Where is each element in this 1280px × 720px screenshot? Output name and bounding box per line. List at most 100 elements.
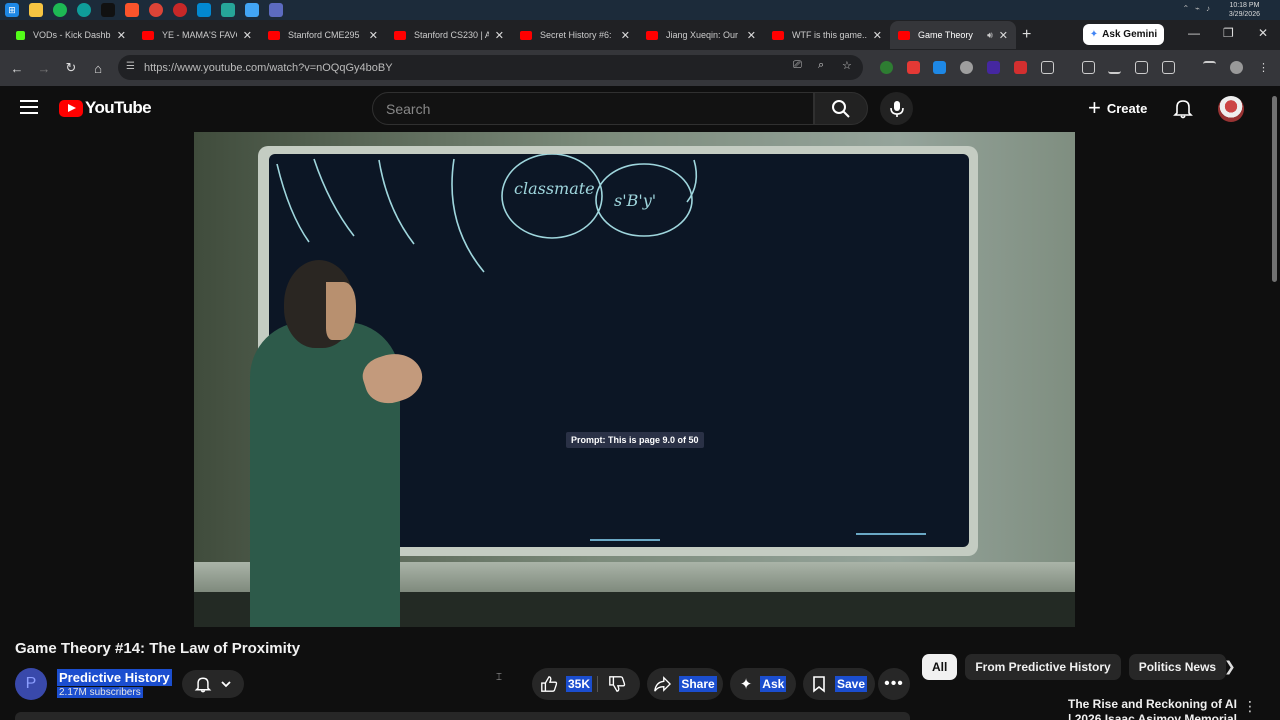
search-button[interactable] <box>814 92 868 125</box>
sparkle-icon: ✦ <box>1089 29 1099 40</box>
forward-arrow-icon[interactable]: → <box>31 61 57 76</box>
related-video-title[interactable]: The Rise and Reckoning of AI | 2026 Isaa… <box>1068 697 1238 720</box>
settings-icon[interactable] <box>1082 61 1095 74</box>
related-filter-chips: All From Predictive History Politics New… <box>922 654 1227 680</box>
video-frame-lecturer-face <box>326 282 356 340</box>
chevron-right-icon[interactable]: ❯ <box>1224 658 1236 675</box>
brave-icon[interactable] <box>125 3 139 17</box>
create-button[interactable]: + Create <box>1088 96 1147 120</box>
search-box[interactable] <box>372 92 814 125</box>
profile-icon[interactable] <box>1230 61 1243 74</box>
browser-tab[interactable]: Stanford CME295 ✕ <box>260 21 386 49</box>
browser-tab-active[interactable]: Game Theory 🔊︎ ✕ <box>890 21 1016 49</box>
minimize-icon[interactable]: — <box>1188 26 1200 40</box>
youtube-logo[interactable]: YouTube <box>59 98 152 118</box>
extension-icon[interactable] <box>1014 61 1027 74</box>
site-info-icon[interactable]: ☰ <box>126 61 135 72</box>
browser-tab[interactable]: Secret History #6: ✕ <box>512 21 638 49</box>
download-icon[interactable] <box>1108 61 1121 74</box>
zoom-icon[interactable]: ⌕ <box>818 59 824 72</box>
dislike-button[interactable] <box>608 675 626 698</box>
browser-tab-strip: VODs - Kick Dashb ✕ YE - MAMA'S FAVO ✕ Sta… <box>0 20 1280 50</box>
youtube-favicon-icon <box>898 30 910 40</box>
extension-icon[interactable] <box>933 61 946 74</box>
cast-icon[interactable]: ⎚ <box>793 59 802 72</box>
edge-icon[interactable] <box>77 3 91 17</box>
bookmark-star-icon[interactable]: ☆ <box>842 59 852 72</box>
speaker-icon[interactable]: 🔊︎ <box>987 30 993 41</box>
close-tab-icon[interactable]: ✕ <box>243 29 252 42</box>
close-tab-icon[interactable]: ✕ <box>747 29 756 42</box>
network-icon: ⌁ <box>1195 4 1200 13</box>
volume-icon[interactable]: ♪ <box>1206 4 1210 13</box>
app-icon-2[interactable] <box>245 3 259 17</box>
notifications-button[interactable] <box>1172 97 1194 119</box>
search-tab-icon[interactable] <box>1162 61 1175 74</box>
windows-start-icon[interactable]: ⊞ <box>5 3 19 17</box>
system-tray[interactable]: ⌃ ⌁ ♪ <box>1182 4 1210 13</box>
browser-tab[interactable]: Jiang Xueqin: Our ✕ <box>638 21 764 49</box>
app-icon-3[interactable] <box>269 3 283 17</box>
back-arrow-icon[interactable]: ← <box>4 61 30 76</box>
taskbar-clock[interactable]: 10:18 PM 3/29/2026 <box>1229 1 1260 19</box>
close-tab-icon[interactable]: ✕ <box>621 29 630 42</box>
chip-from-channel[interactable]: From Predictive History <box>965 654 1121 680</box>
close-tab-icon[interactable]: ✕ <box>999 29 1008 42</box>
description-box[interactable] <box>15 712 910 720</box>
close-tab-icon[interactable]: ✕ <box>117 29 126 42</box>
browser-tab[interactable]: YE - MAMA'S FAVO ✕ <box>134 21 260 49</box>
extension-icon[interactable] <box>880 61 893 74</box>
page-scrollbar[interactable] <box>1272 96 1277 282</box>
new-tab-icon[interactable]: + <box>1022 26 1031 44</box>
browser-tab[interactable]: VODs - Kick Dashb ✕ <box>8 21 134 49</box>
tiktok-icon[interactable] <box>101 3 115 17</box>
ask-gemini-button[interactable]: ✦ Ask Gemini <box>1083 24 1164 45</box>
voice-search-button[interactable] <box>880 92 913 125</box>
app-icon[interactable] <box>197 3 211 17</box>
close-tab-icon[interactable]: ✕ <box>873 29 882 42</box>
chip-all[interactable]: All <box>922 654 958 680</box>
more-vertical-icon[interactable]: ⋮ <box>1258 61 1271 74</box>
chevron-down-icon <box>221 681 231 688</box>
thumbs-up-icon <box>541 676 558 692</box>
file-explorer-icon[interactable] <box>29 3 43 17</box>
home-icon[interactable]: ⌂ <box>85 61 111 76</box>
reload-icon[interactable]: ↻ <box>58 60 84 76</box>
browser-tab[interactable]: Stanford CS230 | A ✕ <box>386 21 512 49</box>
reading-list-icon[interactable] <box>1203 61 1216 74</box>
chrome-icon[interactable] <box>149 3 163 17</box>
like-button[interactable]: 35K <box>540 675 593 693</box>
split-view-icon[interactable] <box>1135 61 1148 74</box>
spotify-icon[interactable] <box>53 3 67 17</box>
remote-icon[interactable] <box>221 3 235 17</box>
chrome-canary-icon[interactable] <box>173 3 187 17</box>
browser-tab[interactable]: WTF is this game... ✕ <box>764 21 890 49</box>
url-text: https://www.youtube.com/watch?v=nOQqGy4b… <box>144 61 393 74</box>
save-button[interactable]: Save <box>803 668 875 700</box>
user-avatar[interactable] <box>1218 96 1244 122</box>
extensions-puzzle-icon[interactable] <box>1041 61 1054 74</box>
extension-icon[interactable] <box>987 61 1000 74</box>
subscribed-notifications-button[interactable] <box>182 670 244 698</box>
hamburger-menu-icon[interactable] <box>20 100 38 114</box>
restore-icon[interactable]: ❐ <box>1223 26 1234 40</box>
extension-icon[interactable] <box>907 61 920 74</box>
search-input[interactable] <box>386 100 813 117</box>
more-vertical-icon[interactable]: ⋮ <box>1243 698 1257 715</box>
extension-icon[interactable] <box>960 61 973 74</box>
url-bar[interactable]: ☰ https://www.youtube.com/watch?v=nOQqGy… <box>118 55 863 80</box>
chip-politics-news[interactable]: Politics News <box>1128 654 1227 680</box>
youtube-favicon-icon <box>646 30 658 40</box>
close-tab-icon[interactable]: ✕ <box>495 29 504 42</box>
bell-icon <box>194 677 212 693</box>
chevron-up-icon[interactable]: ⌃ <box>1182 4 1189 13</box>
share-button[interactable]: Share <box>647 668 723 700</box>
video-player[interactable]: classmate s'B'y' Prompt: This is page 9.… <box>194 132 1075 627</box>
more-actions-button[interactable]: ••• <box>878 668 910 700</box>
channel-name[interactable]: Predictive History <box>57 669 172 686</box>
close-tab-icon[interactable]: ✕ <box>369 29 378 42</box>
close-window-icon[interactable]: ✕ <box>1258 26 1268 40</box>
ask-button[interactable]: ✦ Ask <box>730 668 796 700</box>
channel-avatar[interactable]: P <box>15 668 47 700</box>
search-icon <box>832 99 850 118</box>
